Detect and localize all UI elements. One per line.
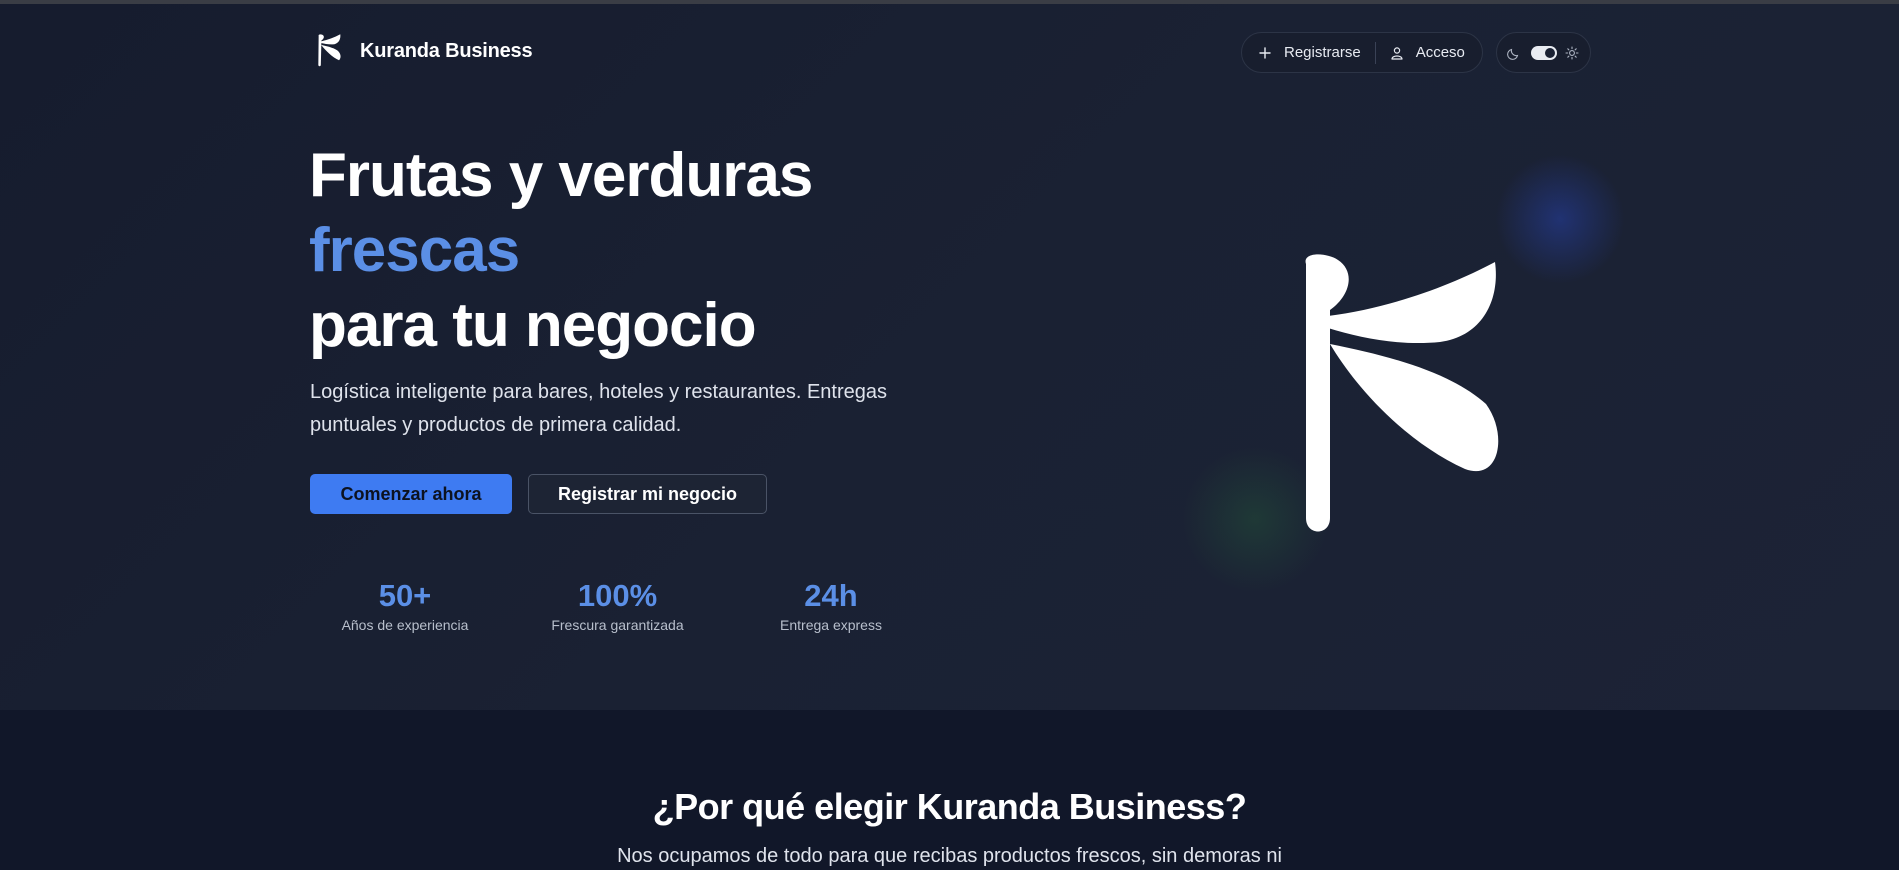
- register-button[interactable]: Registrarse: [1242, 33, 1375, 72]
- stat-experience: 50+ Años de experiencia: [334, 578, 476, 633]
- decorative-blue-glow: [1495, 154, 1625, 284]
- headline-accent: frescas: [309, 216, 520, 285]
- hero-section: Kuranda Business Registrarse Acceso Frut…: [0, 4, 1899, 710]
- hero-subtitle: Logística inteligente para bares, hotele…: [310, 381, 888, 436]
- hero-headline: Frutas y verduras frescas para tu negoci…: [309, 138, 813, 363]
- why-title: ¿Por qué elegir Kuranda Business?: [652, 786, 1247, 827]
- stat-value: 100%: [577, 578, 658, 613]
- headline-line-1: Frutas y verduras: [309, 141, 813, 210]
- register-label: Registrarse: [1284, 44, 1361, 61]
- stat-label: Años de experiencia: [341, 617, 469, 633]
- user-icon: [1391, 46, 1403, 60]
- why-subtitle: Nos ocupamos de todo para que recibas pr…: [617, 845, 1282, 867]
- stat-label: Frescura garantizada: [551, 617, 684, 633]
- why-section: ¿Por qué elegir Kuranda Business? Nos oc…: [0, 710, 1899, 870]
- brand-name: Kuranda Business: [360, 39, 533, 62]
- stat-delivery: 24h Entrega express: [770, 578, 892, 633]
- stat-value: 24h: [804, 578, 858, 613]
- theme-toggle-knob: [1545, 47, 1555, 58]
- brand-home-link[interactable]: Kuranda Business: [316, 34, 533, 68]
- kuranda-logo-icon: [318, 34, 341, 67]
- register-business-button[interactable]: Registrar mi negocio: [528, 474, 767, 514]
- headline-line-3: para tu negocio: [309, 291, 757, 360]
- stat-value: 50+: [378, 578, 432, 613]
- login-label: Acceso: [1415, 44, 1465, 61]
- hero-kuranda-logo-icon: [1305, 254, 1499, 532]
- sun-icon[interactable]: [1565, 45, 1579, 60]
- plus-icon: [1259, 46, 1271, 59]
- theme-switcher: [1496, 32, 1591, 73]
- stat-label: Entrega express: [780, 617, 882, 633]
- auth-menu: Registrarse Acceso: [1241, 32, 1483, 73]
- start-now-button[interactable]: Comenzar ahora: [310, 474, 512, 514]
- stat-freshness: 100% Frescura garantizada: [542, 578, 693, 633]
- login-button[interactable]: Acceso: [1376, 33, 1465, 72]
- theme-toggle[interactable]: [1531, 45, 1557, 60]
- moon-icon[interactable]: [1507, 46, 1521, 60]
